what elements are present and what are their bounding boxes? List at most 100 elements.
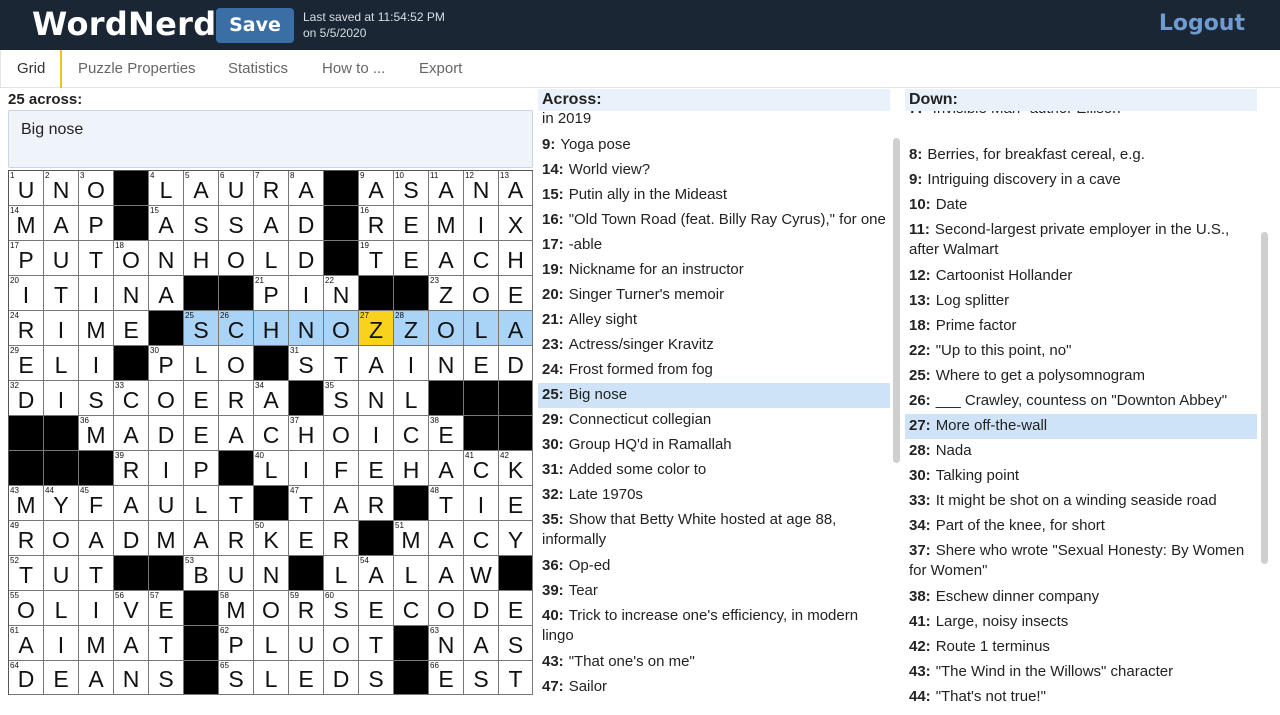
clue-item[interactable]: 8: Berries, for breakfast cereal, e.g.: [905, 143, 1257, 168]
clue-item[interactable]: 42: Route 1 terminus: [905, 635, 1257, 660]
grid-cell-black[interactable]: [394, 276, 429, 311]
grid-cell-black[interactable]: [359, 521, 394, 556]
grid-cell[interactable]: 8A: [289, 171, 324, 206]
clue-item[interactable]: 25: Big nose: [538, 383, 890, 408]
grid-cell-black[interactable]: [464, 416, 499, 451]
grid-cell[interactable]: 9A: [359, 171, 394, 206]
grid-cell[interactable]: D: [289, 241, 324, 276]
grid-cell[interactable]: 1U: [9, 171, 44, 206]
grid-cell-black[interactable]: [114, 556, 149, 591]
app-logo[interactable]: WordNerd: [32, 5, 216, 43]
grid-cell[interactable]: T: [499, 661, 533, 695]
clue-item[interactable]: 31: Added some color to: [538, 458, 890, 483]
grid-cell[interactable]: U: [149, 486, 184, 521]
grid-cell-black[interactable]: [499, 416, 533, 451]
grid-cell[interactable]: 27 Z: [359, 311, 394, 346]
grid-cell-black[interactable]: [359, 276, 394, 311]
grid-cell[interactable]: 14 M: [9, 206, 44, 241]
grid-cell[interactable]: E: [359, 451, 394, 486]
grid-cell-black[interactable]: [324, 241, 359, 276]
grid-cell[interactable]: A: [79, 661, 114, 695]
grid-cell[interactable]: D: [499, 346, 533, 381]
grid-cell-black[interactable]: [184, 276, 219, 311]
grid-cell[interactable]: I: [149, 451, 184, 486]
grid-cell-black[interactable]: [429, 381, 464, 416]
grid-cell-black[interactable]: [114, 346, 149, 381]
grid-cell-black[interactable]: [324, 171, 359, 206]
logout-link[interactable]: Logout: [1159, 11, 1245, 36]
grid-cell[interactable]: U: [289, 626, 324, 661]
grid-cell[interactable]: E: [289, 521, 324, 556]
clue-item[interactable]: ___ Kelly, Democratic governor of Kansas…: [538, 111, 890, 132]
grid-cell[interactable]: E: [184, 381, 219, 416]
clue-item[interactable]: 24: Frost formed from fog: [538, 358, 890, 383]
grid-cell-black[interactable]: [394, 661, 429, 695]
clue-item[interactable]: 12: Cartoonist Hollander: [905, 264, 1257, 289]
clue-item[interactable]: 37: Shere who wrote "Sexual Honesty: By W…: [905, 539, 1257, 584]
clue-item[interactable]: 38: Eschew dinner company: [905, 585, 1257, 610]
grid-cell[interactable]: T: [79, 241, 114, 276]
grid-cell[interactable]: 42 K: [499, 451, 533, 486]
grid-cell[interactable]: I: [44, 311, 79, 346]
down-clue-list[interactable]: 7: "Invisible Man" author Ellison 8:Berrie…: [905, 111, 1257, 715]
grid-cell[interactable]: 40 L: [254, 451, 289, 486]
grid-cell[interactable]: T: [219, 486, 254, 521]
clue-item[interactable]: 27: More off-the-wall: [905, 414, 1257, 439]
grid-cell[interactable]: 65 S: [219, 661, 254, 695]
clue-item[interactable]: 10: Date: [905, 193, 1257, 218]
grid-cell[interactable]: O: [219, 346, 254, 381]
grid-cell-black[interactable]: [114, 206, 149, 241]
grid-cell[interactable]: L: [44, 346, 79, 381]
grid-cell[interactable]: A: [254, 206, 289, 241]
tab-puzzle-properties[interactable]: Puzzle Properties: [62, 50, 212, 88]
grid-cell[interactable]: C: [254, 416, 289, 451]
grid-cell[interactable]: I: [44, 381, 79, 416]
grid-cell[interactable]: 56 V: [114, 591, 149, 626]
grid-cell[interactable]: A: [499, 311, 533, 346]
clue-item[interactable]: 40: Trick to increase one's efficiency, i…: [538, 604, 890, 649]
grid-cell[interactable]: 20 I: [9, 276, 44, 311]
grid-cell[interactable]: N: [149, 241, 184, 276]
grid-cell[interactable]: N: [429, 346, 464, 381]
grid-cell[interactable]: 66 E: [429, 661, 464, 695]
grid-cell[interactable]: O: [254, 591, 289, 626]
grid-cell[interactable]: 21 P: [254, 276, 289, 311]
grid-cell[interactable]: W: [464, 556, 499, 591]
across-clue-list[interactable]: ___ Kelly, Democratic governor of Kansas…: [538, 111, 890, 715]
grid-cell[interactable]: 49 R: [9, 521, 44, 556]
grid-cell[interactable]: A: [149, 276, 184, 311]
grid-cell[interactable]: I: [289, 276, 324, 311]
grid-cell[interactable]: O: [429, 591, 464, 626]
grid-cell[interactable]: 16 R: [359, 206, 394, 241]
clue-item[interactable]: 29: Connecticut collegian: [538, 408, 890, 433]
grid-cell[interactable]: 35 S: [324, 381, 359, 416]
grid-cell[interactable]: O: [44, 521, 79, 556]
grid-cell[interactable]: 36 M: [79, 416, 114, 451]
clue-text-input[interactable]: Big nose: [8, 110, 533, 168]
grid-cell[interactable]: L: [254, 661, 289, 695]
grid-cell[interactable]: 3O: [79, 171, 114, 206]
grid-cell[interactable]: S: [79, 381, 114, 416]
grid-cell[interactable]: D: [114, 521, 149, 556]
grid-cell[interactable]: 19 T: [359, 241, 394, 276]
grid-cell[interactable]: 15 A: [149, 206, 184, 241]
grid-cell[interactable]: Y: [499, 521, 533, 556]
grid-cell[interactable]: 22 N: [324, 276, 359, 311]
grid-cell[interactable]: S: [149, 661, 184, 695]
clue-item[interactable]: 30: Group HQ'd in Ramallah: [538, 433, 890, 458]
grid-cell[interactable]: C: [464, 521, 499, 556]
grid-cell[interactable]: O: [219, 241, 254, 276]
save-button[interactable]: Save: [216, 8, 294, 43]
grid-cell[interactable]: E: [44, 661, 79, 695]
grid-cell[interactable]: E: [114, 311, 149, 346]
clue-item[interactable]: 44: "That's not true!": [905, 685, 1257, 710]
grid-cell[interactable]: I: [44, 626, 79, 661]
grid-cell[interactable]: I: [464, 206, 499, 241]
clue-item[interactable]: 14: World view?: [538, 158, 890, 183]
grid-cell[interactable]: C: [394, 591, 429, 626]
grid-cell[interactable]: A: [79, 521, 114, 556]
grid-cell[interactable]: H: [394, 451, 429, 486]
grid-cell[interactable]: E: [499, 591, 533, 626]
grid-cell[interactable]: R: [359, 486, 394, 521]
grid-cell[interactable]: H: [254, 311, 289, 346]
